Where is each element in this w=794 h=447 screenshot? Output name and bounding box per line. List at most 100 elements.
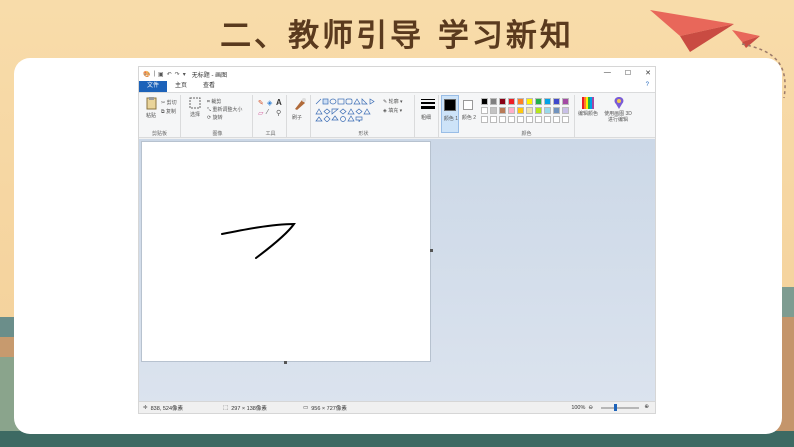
shapes-group: ✎ 轮廓 ▾ ◈ 填充 ▾ 形状: [313, 95, 415, 137]
quick-access-toolbar: 🎨 | ▣ ↶ ↷ ▾: [139, 71, 186, 78]
color-swatch[interactable]: [481, 107, 488, 114]
drawn-stroke: [221, 222, 296, 259]
crop-button[interactable]: ⌗ 裁剪: [207, 98, 221, 105]
resize-button[interactable]: ⤡ 重新调整大小: [207, 106, 242, 113]
fill-icon[interactable]: ◈: [267, 99, 272, 107]
image-size: 956 × 727像素: [311, 405, 347, 412]
ribbon: 粘贴 ✂ 剪切 ⧉ 复制 剪贴板 选择 ⌗ 裁剪 ⤡ 重新调整大小 ⟳ 旋转 图…: [139, 92, 655, 138]
cursor-position: 838, 524像素: [150, 405, 184, 412]
minimize-button[interactable]: —: [604, 69, 611, 77]
clipboard-group: 粘贴 ✂ 剪切 ⧉ 复制 剪贴板: [139, 95, 181, 137]
paint-app-icon: 🎨: [143, 71, 151, 78]
color-swatch[interactable]: [526, 107, 533, 114]
window-controls: — ☐ ✕: [604, 69, 651, 77]
resize-handle[interactable]: [284, 361, 287, 364]
group-label: 图像: [212, 131, 223, 137]
color-picker-icon[interactable]: ⁄: [267, 109, 268, 116]
zoom-level: 100%: [571, 404, 586, 411]
zoom-slider-thumb[interactable]: [614, 404, 617, 411]
fill-dropdown[interactable]: ◈ 填充 ▾: [383, 107, 402, 114]
color-swatch[interactable]: [562, 98, 569, 105]
color-swatch[interactable]: [562, 107, 569, 114]
zoom-out-icon[interactable]: ⊖: [588, 405, 593, 411]
outline-dropdown[interactable]: ✎ 轮廓 ▾: [383, 98, 403, 105]
color-swatch[interactable]: [499, 107, 506, 114]
close-button[interactable]: ✕: [645, 69, 651, 77]
cursor-icon: ✛: [143, 404, 148, 411]
color1-button[interactable]: 颜色 1: [441, 95, 459, 133]
color2-button[interactable]: 颜色 2: [460, 95, 478, 133]
color-swatch[interactable]: [535, 107, 542, 114]
color-swatch[interactable]: [526, 116, 533, 123]
color-swatch[interactable]: [526, 98, 533, 105]
help-icon[interactable]: ?: [646, 82, 649, 88]
color-swatch[interactable]: [508, 107, 515, 114]
color-swatch[interactable]: [535, 98, 542, 105]
color-swatch[interactable]: [490, 98, 497, 105]
image-group: 选择 ⌗ 裁剪 ⤡ 重新调整大小 ⟳ 旋转 图像: [183, 95, 253, 137]
color-swatch[interactable]: [562, 116, 569, 123]
select-icon: [189, 97, 201, 109]
tab-view[interactable]: 查看: [195, 81, 223, 92]
color-swatch[interactable]: [499, 116, 506, 123]
color-swatch[interactable]: [544, 107, 551, 114]
redo-icon[interactable]: ↷: [175, 71, 180, 78]
color-swatch[interactable]: [517, 116, 524, 123]
color-swatch[interactable]: [553, 98, 560, 105]
customize-icon[interactable]: ▾: [183, 71, 186, 78]
text-icon[interactable]: A: [276, 98, 282, 107]
group-label: 形状: [358, 131, 369, 137]
color-swatch[interactable]: [517, 107, 524, 114]
edit-colors-button[interactable]: 编辑颜色: [577, 95, 599, 135]
rotate-button[interactable]: ⟳ 旋转: [207, 114, 223, 121]
color-swatch[interactable]: [517, 98, 524, 105]
color-swatch[interactable]: [490, 116, 497, 123]
paint3d-button[interactable]: 使用画图 3D 进行编辑: [601, 95, 635, 135]
group-label: 剪贴板: [151, 131, 167, 137]
color-swatch[interactable]: [508, 116, 515, 123]
color1-swatch: [444, 99, 456, 111]
paper-plane-icon: [650, 10, 734, 52]
color-swatch[interactable]: [481, 98, 488, 105]
window-title: 无标题 - 画图: [191, 72, 228, 79]
brushes-group[interactable]: 刷子: [289, 95, 311, 137]
paint3d-icon: [614, 97, 624, 109]
color-swatch[interactable]: [499, 98, 506, 105]
select-button[interactable]: 选择: [187, 97, 203, 118]
canvas-area[interactable]: [139, 139, 655, 403]
paste-button[interactable]: 粘贴: [143, 97, 159, 119]
color-swatch[interactable]: [481, 116, 488, 123]
zoom-slider[interactable]: [601, 407, 639, 409]
color-swatch[interactable]: [553, 107, 560, 114]
pencil-icon[interactable]: ✎: [258, 99, 264, 107]
image-size-icon: ▭: [303, 404, 309, 411]
save-icon[interactable]: ▣: [158, 71, 164, 78]
magnifier-icon[interactable]: ⚲: [276, 109, 281, 117]
color-swatch[interactable]: [508, 98, 515, 105]
color2-swatch: [463, 100, 473, 110]
tab-file[interactable]: 文件: [139, 81, 168, 92]
brush-icon: [295, 98, 306, 110]
shapes-gallery[interactable]: [315, 98, 381, 122]
eraser-icon[interactable]: ▱: [258, 109, 263, 117]
color-swatch[interactable]: [553, 116, 560, 123]
color-swatch[interactable]: [490, 107, 497, 114]
zoom-in-icon[interactable]: ⊕: [644, 404, 649, 410]
undo-icon[interactable]: ↶: [167, 71, 172, 78]
selection-size: 297 × 138像素: [231, 405, 267, 412]
group-label: 工具: [265, 131, 276, 137]
color-swatch[interactable]: [535, 116, 542, 123]
cut-button[interactable]: ✂ 剪切: [161, 99, 177, 106]
tab-home[interactable]: 主页: [167, 81, 195, 92]
copy-button[interactable]: ⧉ 复制: [161, 108, 176, 115]
selection-icon: ⬚: [223, 404, 229, 411]
color-wheel-icon: [582, 97, 594, 109]
resize-handle[interactable]: [430, 249, 433, 252]
color-swatch[interactable]: [544, 98, 551, 105]
size-button[interactable]: 粗细: [417, 95, 439, 137]
ribbon-tabs: 文件 主页 查看 ?: [139, 81, 655, 92]
line-size-icon: [421, 99, 435, 109]
maximize-button[interactable]: ☐: [625, 69, 631, 77]
drawing-canvas[interactable]: [141, 141, 431, 362]
color-swatch[interactable]: [544, 116, 551, 123]
